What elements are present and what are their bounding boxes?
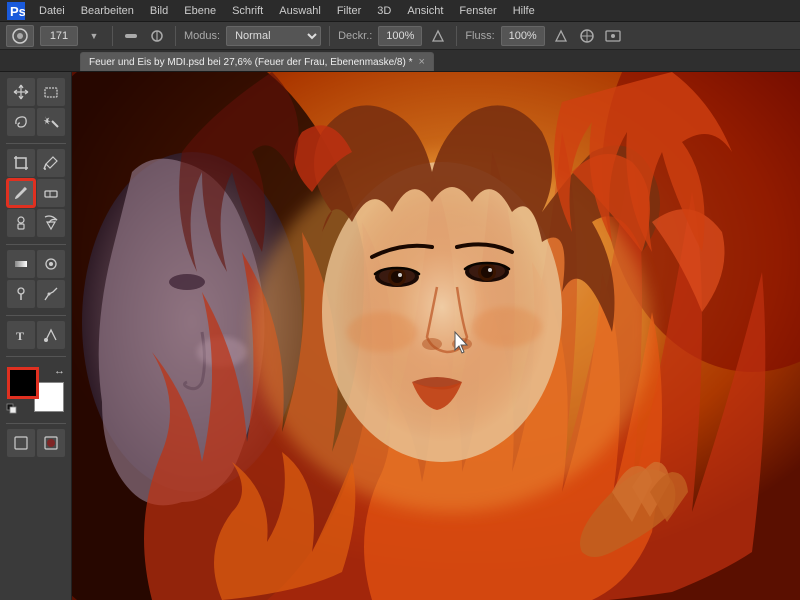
menu-3d[interactable]: 3D xyxy=(370,3,398,19)
menu-schrift[interactable]: Schrift xyxy=(225,3,270,19)
crop-tool[interactable] xyxy=(7,149,35,177)
eyedropper-tool[interactable] xyxy=(37,149,65,177)
tool-group-editing xyxy=(0,147,71,241)
tablet-icon[interactable] xyxy=(603,26,623,46)
tool-sep-3 xyxy=(6,315,66,316)
flow-pressure-icon[interactable] xyxy=(551,26,571,46)
menu-datei[interactable]: Datei xyxy=(32,3,72,19)
foreground-color-swatch[interactable] xyxy=(8,368,38,398)
menu-bar: Ps Datei Bearbeiten Bild Ebene Schrift A… xyxy=(0,0,800,22)
marquee-tool[interactable] xyxy=(37,78,65,106)
gradient-tool[interactable] xyxy=(7,250,35,278)
brush-tool[interactable] xyxy=(7,179,35,207)
tool-row-4 xyxy=(4,179,67,207)
tool-panel: T ↔ xyxy=(0,72,72,600)
reset-colors-icon[interactable] xyxy=(5,402,19,416)
brush-mode-icon1[interactable] xyxy=(121,26,141,46)
menu-filter[interactable]: Filter xyxy=(330,3,368,19)
fluss-label: Fluss: xyxy=(465,30,494,42)
brush-size-input[interactable] xyxy=(40,26,78,46)
tool-row-6 xyxy=(4,250,67,278)
eraser-tool[interactable] xyxy=(37,179,65,207)
canvas-svg xyxy=(72,72,800,600)
history-brush-tool[interactable] xyxy=(37,209,65,237)
stamp-tool[interactable] xyxy=(7,209,35,237)
flow-input[interactable] xyxy=(501,26,545,46)
swap-colors-icon[interactable]: ↔ xyxy=(53,364,67,378)
divider-1 xyxy=(112,26,113,46)
type-tool[interactable]: T xyxy=(7,321,35,349)
menu-auswahl[interactable]: Auswahl xyxy=(272,3,328,19)
document-tab[interactable]: Feuer und Eis by MDI.psd bei 27,6% (Feue… xyxy=(80,52,434,71)
opacity-input[interactable] xyxy=(378,26,422,46)
modus-label: Modus: xyxy=(184,30,220,42)
tool-sep-1 xyxy=(6,143,66,144)
background-color-swatch[interactable] xyxy=(34,382,64,412)
menu-ansicht[interactable]: Ansicht xyxy=(400,3,450,19)
tool-row-5 xyxy=(4,209,67,237)
blur-tool[interactable] xyxy=(37,250,65,278)
menu-fenster[interactable]: Fenster xyxy=(452,3,503,19)
tab-bar: Feuer und Eis by MDI.psd bei 27,6% (Feue… xyxy=(0,50,800,72)
menu-bearbeiten[interactable]: Bearbeiten xyxy=(74,3,141,19)
tool-row-3 xyxy=(4,149,67,177)
menu-hilfe[interactable]: Hilfe xyxy=(506,3,542,19)
app-logo: Ps xyxy=(6,1,26,21)
tab-title: Feuer und Eis by MDI.psd bei 27,6% (Feue… xyxy=(89,57,413,68)
tool-row-1 xyxy=(4,78,67,106)
main-area: T ↔ xyxy=(0,72,800,600)
tool-group-selection xyxy=(0,76,71,140)
tool-row-2 xyxy=(4,108,67,136)
tool-row-7 xyxy=(4,280,67,308)
tool-sep-5 xyxy=(6,423,66,424)
divider-4 xyxy=(456,26,457,46)
svg-text:T: T xyxy=(16,329,24,343)
pen-tool[interactable] xyxy=(37,280,65,308)
modus-select[interactable]: Normal Multiplizieren Abdunkeln xyxy=(226,26,321,46)
svg-text:Ps: Ps xyxy=(10,4,25,19)
magic-wand-tool[interactable] xyxy=(37,108,65,136)
deckr-label: Deckr.: xyxy=(338,30,372,42)
canvas-area[interactable] xyxy=(72,72,800,600)
dodge-tool[interactable] xyxy=(7,280,35,308)
quick-mask-button[interactable] xyxy=(37,429,65,457)
path-select-tool[interactable] xyxy=(37,321,65,349)
options-bar: ▼ Modus: Normal Multiplizieren Abdunkeln… xyxy=(0,22,800,50)
tool-row-mask xyxy=(0,429,71,457)
color-swatch-area: ↔ xyxy=(5,364,67,416)
lasso-tool[interactable] xyxy=(7,108,35,136)
tool-group-type: T xyxy=(0,319,71,353)
tool-sep-4 xyxy=(6,356,66,357)
tool-row-8: T xyxy=(4,321,67,349)
brush-settings-button[interactable]: ▼ xyxy=(84,26,104,46)
brush-picker-button[interactable] xyxy=(6,25,34,47)
menu-bild[interactable]: Bild xyxy=(143,3,175,19)
tool-group-toning xyxy=(0,248,71,312)
standard-mode-button[interactable] xyxy=(7,429,35,457)
tab-close-button[interactable]: × xyxy=(419,56,425,68)
move-tool[interactable] xyxy=(7,78,35,106)
divider-2 xyxy=(175,26,176,46)
brush-mode-icon2[interactable] xyxy=(147,26,167,46)
tool-sep-2 xyxy=(6,244,66,245)
divider-3 xyxy=(329,26,330,46)
opacity-pressure-icon[interactable] xyxy=(428,26,448,46)
airbrush-icon[interactable] xyxy=(577,26,597,46)
menu-ebene[interactable]: Ebene xyxy=(177,3,223,19)
